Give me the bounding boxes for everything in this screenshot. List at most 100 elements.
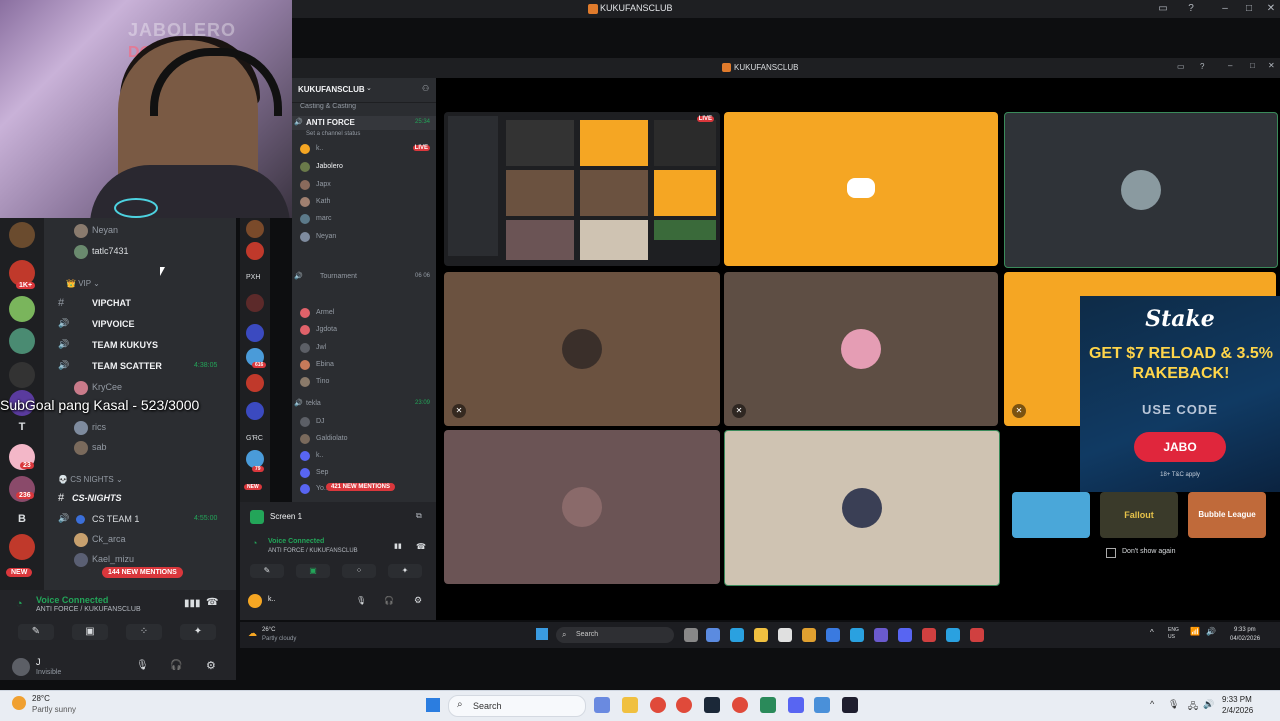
add-friend-icon[interactable]: ⚇ bbox=[422, 84, 429, 93]
windows-start-icon[interactable] bbox=[426, 698, 440, 712]
app-icon[interactable] bbox=[760, 697, 776, 713]
settings-gear-icon[interactable]: ⚙ bbox=[206, 659, 216, 672]
inner-server-header[interactable]: KUKUFANSCLUB ⌄ ⚇ bbox=[292, 78, 436, 103]
soundboard-button[interactable]: ✦ bbox=[180, 624, 216, 640]
new-badge[interactable]: NEW bbox=[244, 484, 262, 490]
voice-user-row[interactable]: KryCee bbox=[44, 379, 236, 397]
taskbar-app-icon[interactable] bbox=[778, 628, 792, 642]
server-letter-b[interactable]: B bbox=[9, 506, 35, 532]
minimize-button[interactable]: – bbox=[1228, 61, 1232, 70]
network-icon[interactable]: 📶 bbox=[1190, 627, 1200, 636]
server-icon[interactable] bbox=[9, 534, 35, 560]
activities-button[interactable]: ⁘ bbox=[126, 624, 162, 640]
chrome-icon[interactable] bbox=[676, 697, 692, 713]
headphones-icon[interactable]: 🎧 bbox=[384, 596, 394, 605]
taskbar-app-icon[interactable] bbox=[946, 628, 960, 642]
voice-user-row[interactable]: Japx bbox=[292, 178, 436, 192]
server-icon[interactable] bbox=[246, 220, 264, 238]
server-icon[interactable] bbox=[9, 296, 35, 322]
channel-cs-nights[interactable]: # CS-NIGHTS bbox=[44, 490, 236, 508]
activities-button[interactable]: ⁘ bbox=[342, 564, 376, 578]
file-explorer-icon[interactable] bbox=[622, 697, 638, 713]
chrome-icon[interactable] bbox=[732, 697, 748, 713]
clock-date[interactable]: 04/02/2026 bbox=[1230, 636, 1260, 642]
discord-icon[interactable] bbox=[788, 697, 804, 713]
channel-vipchat[interactable]: # VIPCHAT bbox=[44, 295, 236, 313]
server-icon[interactable] bbox=[9, 222, 35, 248]
channel-status-row[interactable]: Set a channel status bbox=[292, 128, 436, 142]
help-icon[interactable]: ? bbox=[1200, 62, 1204, 71]
chrome-icon[interactable] bbox=[650, 697, 666, 713]
voice-user-row[interactable]: sab bbox=[44, 439, 236, 457]
participant-tile[interactable] bbox=[724, 430, 1000, 586]
channel-cs-team-1[interactable]: 🔊 CS TEAM 1 4:55:00 bbox=[44, 511, 236, 529]
volume-icon[interactable]: 🔊 bbox=[1203, 699, 1214, 710]
voice-user-row[interactable]: rics bbox=[44, 419, 236, 437]
channel-team-kukuys[interactable]: 🔊 TEAM KUKUYS bbox=[44, 337, 236, 355]
noise-suppression-icon[interactable]: ▮▮ bbox=[394, 542, 402, 550]
server-icon[interactable] bbox=[246, 324, 264, 342]
microphone-icon[interactable]: 🎙 bbox=[356, 596, 366, 605]
voice-user-row[interactable]: marc bbox=[292, 212, 436, 226]
voice-user-row[interactable]: Ck_arca bbox=[44, 531, 236, 549]
disconnect-icon[interactable]: ☎ bbox=[416, 542, 426, 551]
language-indicator[interactable]: ENG US bbox=[1168, 627, 1182, 641]
help-icon[interactable]: ? bbox=[1184, 2, 1198, 16]
taskbar-app-icon[interactable] bbox=[874, 628, 888, 642]
popout-icon[interactable]: ⧉ bbox=[416, 511, 422, 521]
camera-off-button[interactable]: ✎ bbox=[18, 624, 54, 640]
inner-search-box[interactable]: ⌕ Search bbox=[556, 627, 674, 643]
voice-user-row[interactable]: tatlc7431 bbox=[44, 243, 236, 261]
server-icon[interactable] bbox=[9, 328, 35, 354]
channel-vipvoice[interactable]: 🔊 VIPVOICE bbox=[44, 316, 236, 334]
participant-tile[interactable] bbox=[1004, 112, 1278, 268]
clock-date[interactable]: 2/4/2026 bbox=[1222, 705, 1253, 716]
headphones-icon[interactable]: 🎧 bbox=[170, 660, 182, 671]
taskbar-app-icon[interactable] bbox=[730, 628, 744, 642]
server-icon[interactable] bbox=[246, 294, 264, 312]
voice-channel-path[interactable]: ANTI FORCE / KUKUFANSCLUB bbox=[36, 606, 141, 613]
screen-share-button[interactable]: ▣ bbox=[296, 564, 330, 578]
user-avatar[interactable] bbox=[12, 658, 30, 676]
taskbar-app-icon[interactable] bbox=[706, 628, 720, 642]
dont-show-checkbox[interactable] bbox=[1106, 548, 1116, 558]
voice-user-row[interactable]: Jgdota bbox=[292, 323, 436, 337]
screen-share-button[interactable]: ▣ bbox=[72, 624, 108, 640]
voice-channel-path[interactable]: ANTI FORCE / KUKUFANSCLUB bbox=[268, 548, 358, 554]
server-icon[interactable] bbox=[246, 242, 264, 260]
voice-user-row[interactable]: Neyan bbox=[292, 230, 436, 244]
noise-suppression-icon[interactable]: ▮▮▮ bbox=[184, 598, 201, 609]
taskbar-app-icon[interactable] bbox=[754, 628, 768, 642]
close-button[interactable]: ✕ bbox=[1268, 61, 1275, 70]
microphone-icon[interactable]: 🎙 bbox=[136, 660, 149, 671]
game-card[interactable]: Fallout bbox=[1100, 492, 1178, 538]
participant-tile[interactable]: ✕ bbox=[724, 272, 998, 426]
voice-user-row[interactable]: Jabolero bbox=[292, 160, 436, 174]
windows-start-icon[interactable] bbox=[536, 628, 548, 640]
terminal-icon[interactable] bbox=[842, 697, 858, 713]
voice-user-row[interactable]: Galdiolato bbox=[292, 432, 436, 446]
minimize-button[interactable]: – bbox=[1218, 2, 1232, 16]
microphone-tray-icon[interactable]: 🎙 bbox=[1168, 699, 1179, 710]
steam-icon[interactable] bbox=[704, 697, 720, 713]
server-label[interactable]: G'RC bbox=[246, 435, 263, 442]
new-mentions-pill[interactable]: 421 NEW MENTIONS bbox=[326, 483, 396, 491]
voice-user-row[interactable]: k.. LIVE bbox=[292, 142, 436, 156]
network-icon[interactable]: 🖧 bbox=[1188, 699, 1198, 715]
taskbar-app-icon[interactable] bbox=[922, 628, 936, 642]
screen-share-tile[interactable]: LIVE bbox=[444, 112, 720, 266]
voice-user-row[interactable]: Ebina bbox=[292, 358, 436, 372]
close-button[interactable]: ✕ bbox=[1264, 2, 1278, 16]
soundboard-button[interactable]: ✦ bbox=[388, 564, 422, 578]
voice-user-row[interactable]: Kath bbox=[292, 195, 436, 209]
participant-tile[interactable] bbox=[724, 112, 998, 266]
taskbar-search-box[interactable]: ⌕ Search bbox=[448, 695, 586, 717]
screen-share-label[interactable]: Screen 1 bbox=[270, 512, 302, 521]
new-badge[interactable]: NEW bbox=[6, 568, 33, 577]
server-icon[interactable] bbox=[246, 374, 264, 392]
camera-off-button[interactable]: ✎ bbox=[250, 564, 284, 578]
new-mentions-pill[interactable]: 144 NEW MENTIONS bbox=[102, 567, 183, 578]
settings-gear-icon[interactable]: ⚙ bbox=[414, 595, 422, 606]
ad-code-button[interactable]: JABO bbox=[1134, 432, 1226, 462]
server-label[interactable]: PXH bbox=[246, 274, 260, 281]
